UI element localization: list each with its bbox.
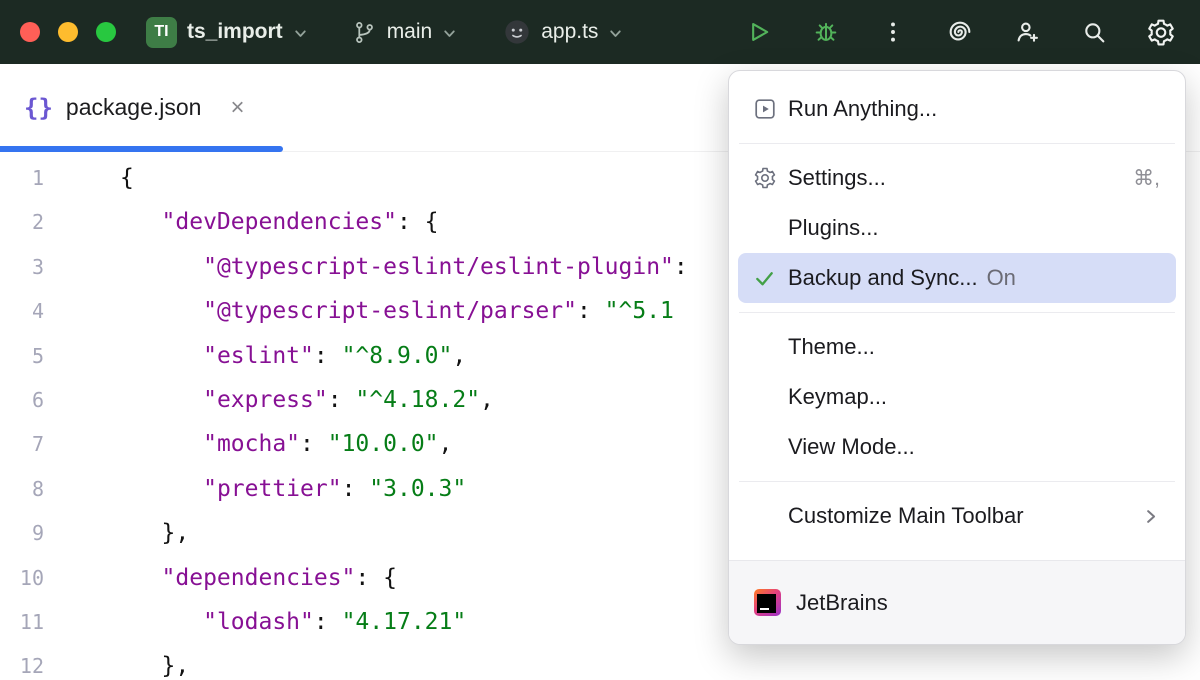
code-text: "mocha": "10.0.0", <box>44 422 452 466</box>
code-text: "@typescript-eslint/parser": "^5.1 <box>44 289 674 333</box>
line-number: 2 <box>0 200 44 244</box>
menu-item-label: Run Anything... <box>788 96 937 122</box>
settings-dropdown-menu: Run Anything... Settings... ⌘, Plugins... Ba… <box>728 70 1186 645</box>
line-number: 10 <box>0 556 44 600</box>
code-text: "@typescript-eslint/eslint-plugin": <box>44 245 702 289</box>
menu-item-state: On <box>987 265 1016 291</box>
run-config-name: app.ts <box>541 20 598 44</box>
line-number: 8 <box>0 467 44 511</box>
line-number: 1 <box>0 156 44 200</box>
menu-item-customize-main-toolbar[interactable]: Customize Main Toolbar <box>738 491 1176 541</box>
tab-package-json[interactable]: {} package.json × <box>0 64 244 151</box>
menu-item-label: Theme... <box>788 334 875 360</box>
code-text: "dependencies": { <box>44 556 397 600</box>
code-text: "express": "^4.18.2", <box>44 378 494 422</box>
git-branch-icon <box>352 20 377 45</box>
debug-icon[interactable] <box>811 17 841 47</box>
line-number: 11 <box>0 600 44 644</box>
menu-footer: JetBrains <box>729 560 1185 644</box>
check-icon <box>753 267 788 290</box>
run-configuration-widget[interactable]: app.ts <box>503 18 623 46</box>
code-line[interactable]: 12 }, <box>0 644 1200 680</box>
run-config-file-icon <box>503 18 531 46</box>
toolbar-actions <box>744 17 1180 47</box>
main-toolbar: TI ts_import main <box>0 0 1200 64</box>
project-icon: TI <box>146 17 177 48</box>
line-number: 7 <box>0 422 44 466</box>
run-anything-icon <box>753 97 788 121</box>
menu-item-label: Keymap... <box>788 384 887 410</box>
active-tab-indicator <box>0 146 283 152</box>
chevron-down-icon <box>293 26 308 41</box>
menu-item-shortcut: ⌘, <box>1133 166 1160 191</box>
code-text: "prettier": "3.0.3" <box>44 467 466 511</box>
menu-item-keymap[interactable]: Keymap... <box>738 372 1176 422</box>
zoom-window-button[interactable] <box>96 22 116 42</box>
brand-label: JetBrains <box>796 590 888 616</box>
menu-item-theme[interactable]: Theme... <box>738 322 1176 372</box>
close-tab-icon[interactable]: × <box>230 96 244 120</box>
menu-item-label: View Mode... <box>788 434 915 460</box>
menu-separator <box>739 312 1175 313</box>
code-text: "devDependencies": { <box>44 200 439 244</box>
chevron-down-icon <box>608 26 623 41</box>
chevron-down-icon <box>442 26 457 41</box>
json-file-icon: {} <box>24 94 53 122</box>
menu-item-label: Settings... <box>788 165 886 191</box>
project-name: ts_import <box>187 20 283 44</box>
line-number: 12 <box>0 644 44 680</box>
minimize-window-button[interactable] <box>58 22 78 42</box>
menu-item-run-anything[interactable]: Run Anything... <box>738 84 1176 134</box>
project-widget[interactable]: TI ts_import <box>146 17 308 48</box>
menu-item-label: Plugins... <box>788 215 879 241</box>
jetbrains-logo-icon <box>754 589 781 616</box>
tab-label: package.json <box>66 94 202 121</box>
more-vertical-icon[interactable] <box>878 17 908 47</box>
ide-window: TI ts_import main <box>0 0 1200 680</box>
code-text: }, <box>44 511 189 555</box>
branch-widget[interactable]: main <box>352 20 458 45</box>
settings-icon <box>753 166 788 190</box>
code-text: }, <box>44 644 189 680</box>
line-number: 9 <box>0 511 44 555</box>
branch-name: main <box>387 20 433 44</box>
traffic-lights <box>20 22 116 42</box>
menu-item-settings[interactable]: Settings... ⌘, <box>738 153 1176 203</box>
menu-separator <box>739 481 1175 482</box>
close-window-button[interactable] <box>20 22 40 42</box>
menu-item-view-mode[interactable]: View Mode... <box>738 422 1176 472</box>
code-text: { <box>44 156 134 200</box>
menu-item-label: Customize Main Toolbar <box>788 503 1024 529</box>
menu-item-plugins[interactable]: Plugins... <box>738 203 1176 253</box>
line-number: 5 <box>0 334 44 378</box>
settings-icon[interactable] <box>1146 17 1176 47</box>
menu-item-backup-and-sync[interactable]: Backup and Sync... On <box>738 253 1176 303</box>
ai-spiral-icon[interactable] <box>945 17 975 47</box>
run-icon[interactable] <box>744 17 774 47</box>
code-text: "eslint": "^8.9.0", <box>44 334 466 378</box>
chevron-right-icon <box>1141 507 1160 526</box>
code-text: "lodash": "4.17.21" <box>44 600 466 644</box>
line-number: 3 <box>0 245 44 289</box>
menu-separator <box>739 143 1175 144</box>
menu-items: Run Anything... Settings... ⌘, Plugins... Ba… <box>729 84 1185 541</box>
line-number: 6 <box>0 378 44 422</box>
menu-item-label: Backup and Sync... <box>788 265 978 291</box>
search-icon[interactable] <box>1079 17 1109 47</box>
add-user-icon[interactable] <box>1012 17 1042 47</box>
line-number: 4 <box>0 289 44 333</box>
